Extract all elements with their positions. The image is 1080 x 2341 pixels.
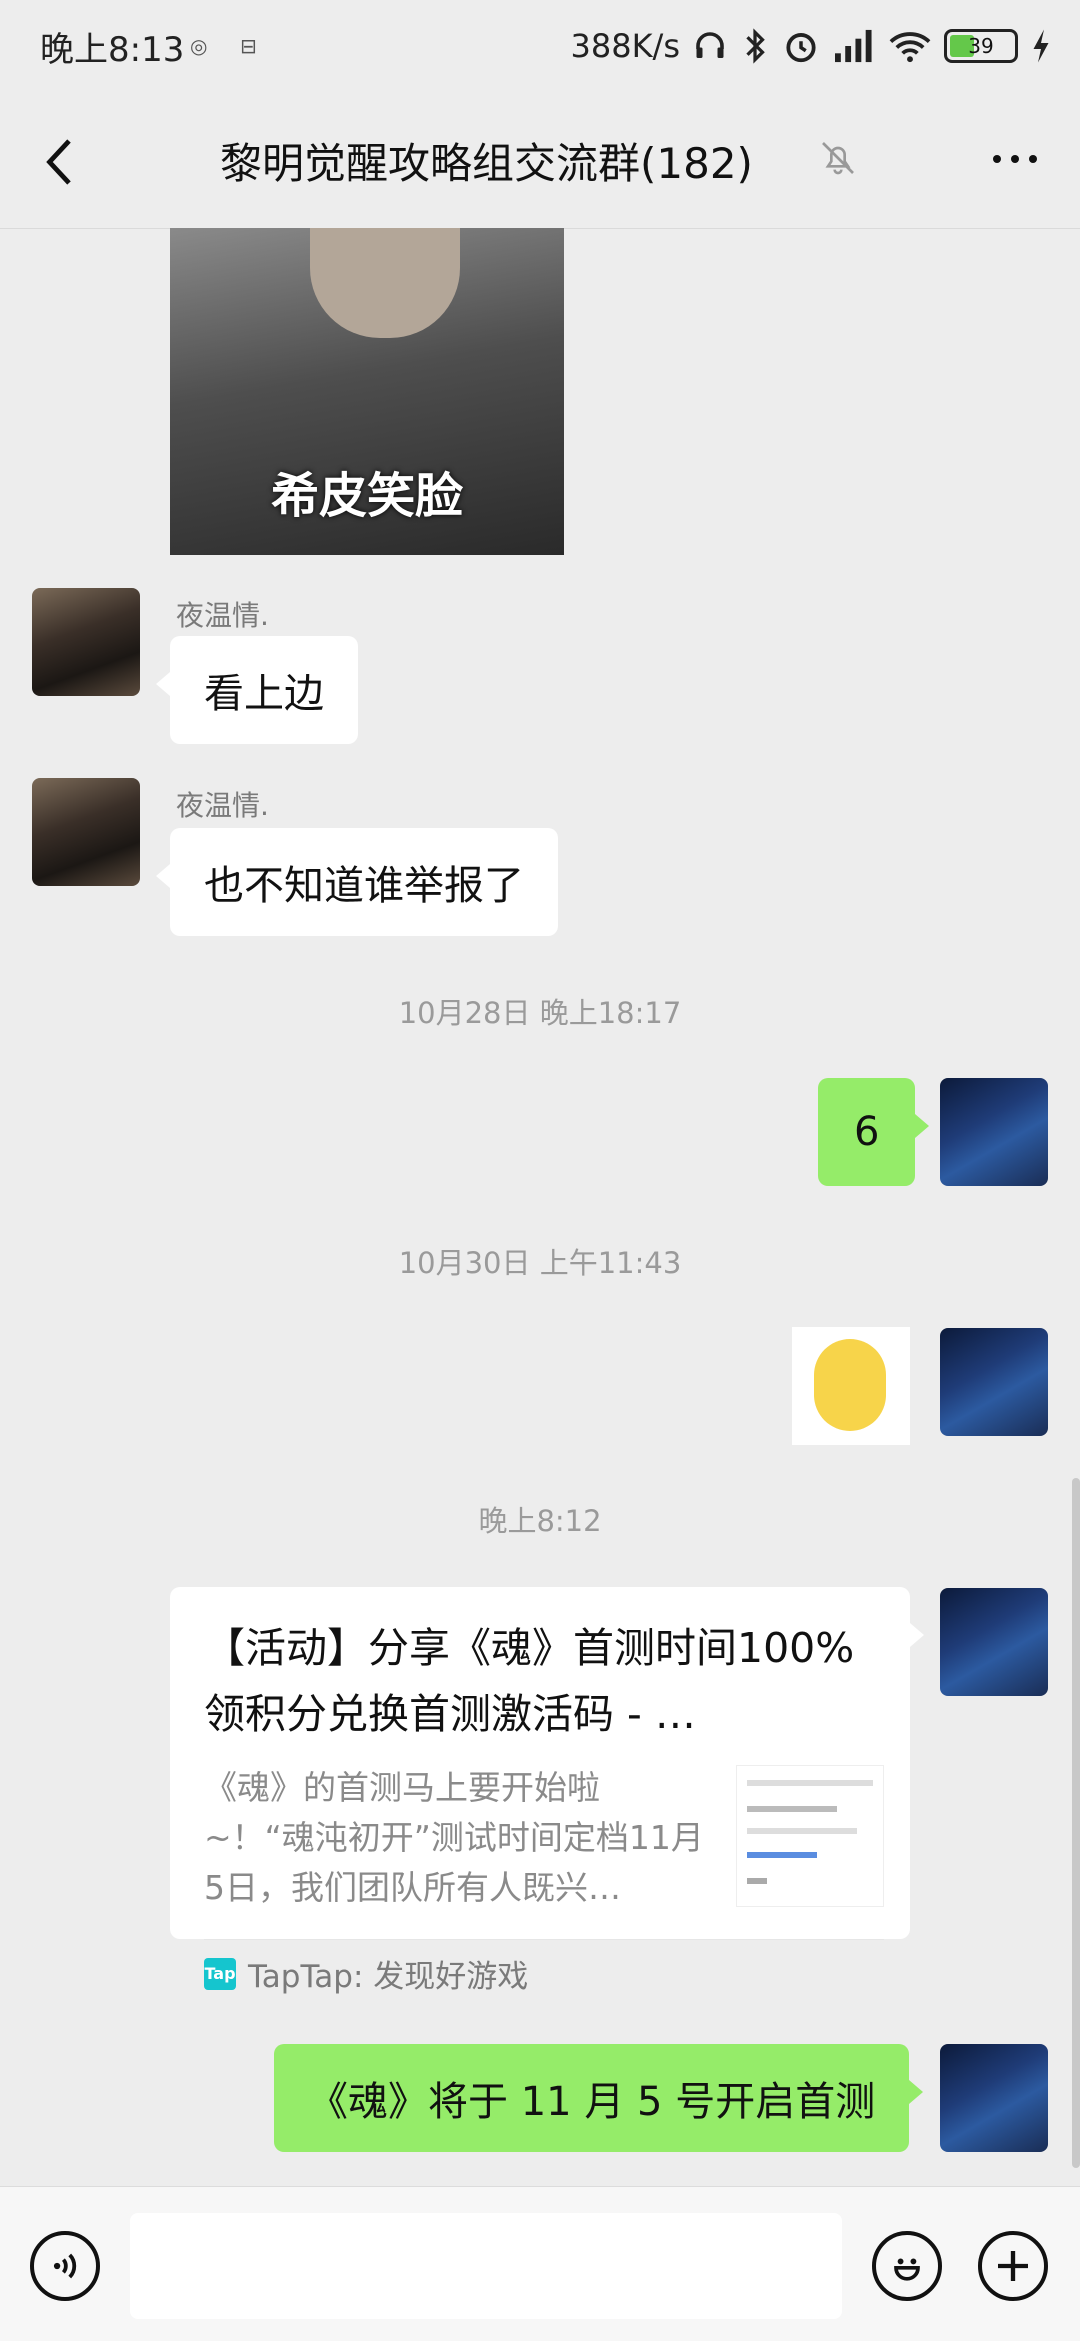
message-input[interactable] [130,2213,842,2319]
card-source: TapTap: 发现好游戏 [248,1959,529,1995]
more-icon [993,155,1001,163]
status-bar: 晚上8:13 ◎ ⊟ 388K/s 39 [0,0,1080,92]
avatar[interactable] [940,1588,1048,1696]
card-thumbnail [736,1765,884,1907]
timestamp: 10月30日 上午11:43 [398,1246,682,1280]
card-title: 【活动】分享《魂》首测时间100%领积分兑换首测激活码 - … [204,1624,855,1738]
sticker-image[interactable] [792,1327,910,1445]
scrollbar[interactable] [1072,1478,1080,2168]
sticker-face [310,228,460,338]
divider [204,1939,884,1940]
sticker-caption: 希皮笑脸 [270,468,463,524]
plus-icon [998,2251,1028,2281]
avatar[interactable] [32,588,140,696]
message-bubble[interactable]: 《魂》将于 11 月 5 号开启首测 [274,2044,924,2152]
voice-icon [53,2253,77,2279]
notification-icon: ◎ [190,34,208,58]
notification-icon: ⊟ [240,34,257,58]
page-title: 黎明觉醒攻略组交流群(182) [220,139,753,188]
chat-messages[interactable]: 希皮笑脸 夜温情. 看上边 夜温情. 也不知道谁举报了 10月28日 晚上18:… [0,228,1080,2184]
back-icon [46,139,71,185]
card-footer: Tap TapTap: 发现好游戏 [204,1951,528,1996]
alarm-icon [786,33,816,63]
avatar[interactable] [940,2044,1048,2152]
sender-name: 夜温情. [176,599,269,632]
link-card[interactable]: 【活动】分享《魂》首测时间100%领积分兑换首测激活码 - … 《魂》的首测马上… [170,1587,924,1995]
headphones-icon [696,32,724,58]
sticker-image[interactable]: 希皮笑脸 [170,228,564,555]
chat-header: 黎明觉醒攻略组交流群(182) [0,92,1080,229]
emoji-button[interactable] [872,2231,942,2301]
status-time: 晚上8:13 [40,30,185,70]
plus-button[interactable] [978,2231,1048,2301]
timestamp: 晚上8:12 [478,1504,602,1538]
avatar[interactable] [32,778,140,886]
battery-level: 39 [968,34,994,58]
charging-icon [1033,29,1049,63]
wifi-icon [889,32,931,63]
input-bar [0,2186,1080,2341]
taptap-logo-icon: Tap [204,1957,236,1990]
network-speed: 388K/s [570,27,680,65]
message-bubble[interactable]: 也不知道谁举报了 [156,828,558,936]
emoji-icon [894,2258,920,2281]
message-bubble[interactable]: 6 [818,1078,930,1186]
voice-button[interactable] [30,2231,100,2301]
card-description: 《魂》的首测马上要开始啦~！“魂沌初开”测试时间定档11月5日，我们团队所有人既… [204,1768,704,1907]
signal-icon [835,29,872,63]
message-bubble[interactable]: 看上边 [156,636,358,744]
status-icons: 388K/s 39 [570,18,1052,74]
back-button[interactable] [30,132,90,192]
bluetooth-icon [746,28,765,64]
more-button[interactable] [980,134,1050,184]
avatar[interactable] [940,1078,1048,1186]
sender-name: 夜温情. [176,789,269,822]
duck-icon [814,1339,886,1431]
avatar[interactable] [940,1328,1048,1436]
battery-icon: 39 [944,29,1018,63]
timestamp: 10月28日 晚上18:17 [398,996,682,1030]
mute-bell-icon [822,142,854,175]
